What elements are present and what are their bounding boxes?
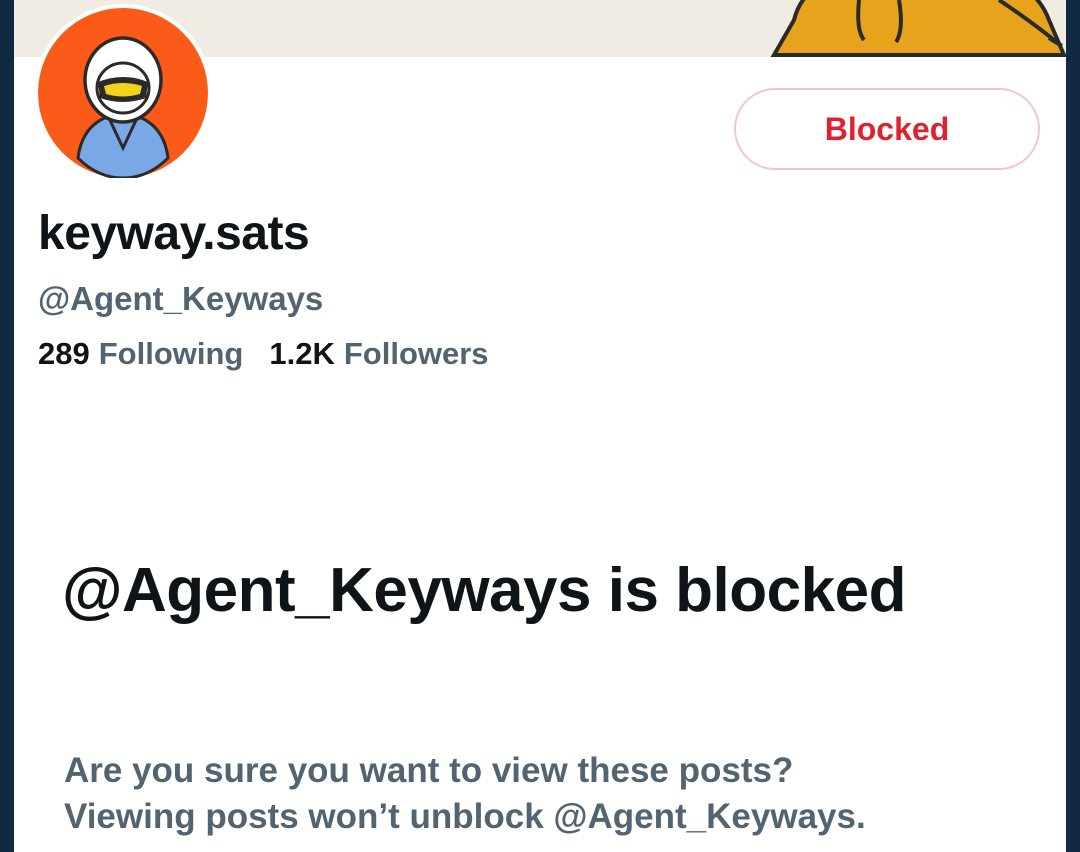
avatar-image [38, 8, 208, 178]
blocked-notice-title: @Agent_Keyways is blocked [62, 556, 906, 625]
blocked-notice-description: Are you sure you want to view these post… [64, 748, 1044, 840]
follow-stats: 289 Following 1.2K Followers [38, 336, 489, 372]
following-count: 289 [38, 336, 90, 371]
followers-link[interactable]: 1.2K Followers [269, 336, 488, 372]
followers-count: 1.2K [269, 336, 335, 371]
following-link[interactable]: 289 Following [38, 336, 243, 372]
blocked-notice-line-2: Viewing posts won’t unblock @Agent_Keywa… [64, 797, 866, 837]
username-handle: @Agent_Keyways [38, 280, 324, 317]
avatar[interactable] [34, 4, 212, 182]
blocked-button-label: Blocked [824, 110, 950, 147]
following-label: Following [98, 336, 244, 371]
profile-card: Blocked keyway.sats @Agent_Keyways 289 F… [14, 0, 1066, 852]
blocked-notice-line-1: Are you sure you want to view these post… [64, 751, 794, 790]
followers-label: Followers [343, 336, 489, 371]
banner-figure-image [770, 0, 1066, 57]
display-name: keyway.sats [38, 207, 310, 260]
blocked-button[interactable]: Blocked [734, 88, 1040, 170]
